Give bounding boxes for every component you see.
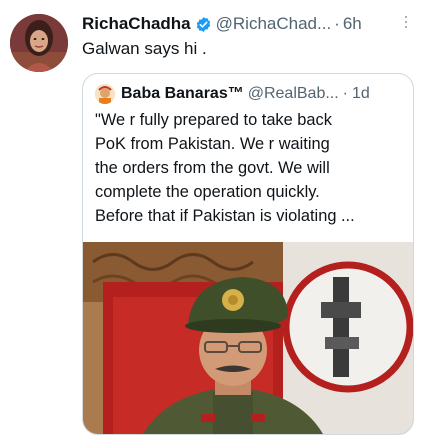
tweet-text: Galwan says hi .: [82, 39, 207, 58]
quoted-tweet[interactable]: Baba Banaras™ @RealBab... · 1d "We r ful…: [82, 73, 414, 435]
more-options-icon[interactable]: [399, 13, 413, 33]
header-separator: ·: [334, 14, 340, 33]
quoted-header-separator: ·: [342, 85, 348, 102]
tweet-timestamp[interactable]: 6h: [343, 14, 362, 34]
quoted-text-line: "We r fully prepared to take back: [95, 111, 332, 129]
quoted-text-line: the orders from the govt. We will: [95, 159, 330, 177]
quoted-tweet-text: "We r fully prepared to take back PoK fr…: [95, 108, 405, 228]
quoted-tweet-header: Baba Banaras™ @RealBab... · 1d: [95, 84, 405, 104]
verified-badge-icon: [195, 16, 212, 33]
quoted-tweet-timestamp: 1d: [352, 85, 370, 102]
quoted-tweet-photo[interactable]: [83, 242, 413, 434]
quoted-author-avatar: [95, 84, 115, 104]
quoted-text-line: Before that if Pakistan is violating ...: [95, 207, 355, 225]
richachadha-avatar[interactable]: [10, 14, 68, 72]
quoted-text-line: complete the operation quickly.: [95, 183, 320, 201]
tweet-card[interactable]: RichaChadha @RichaChad... · 6h Galwan sa…: [0, 0, 421, 435]
quoted-author-name: Baba Banaras™: [121, 85, 244, 102]
author-name[interactable]: RichaChadha: [82, 14, 191, 34]
quoted-author-handle: @RealBab...: [247, 85, 339, 102]
author-handle[interactable]: @RichaChad...: [216, 14, 332, 34]
tweet-header: RichaChadha @RichaChad... · 6h: [82, 13, 415, 35]
quoted-text-line: PoK from Pakistan. We r waiting: [95, 135, 330, 153]
